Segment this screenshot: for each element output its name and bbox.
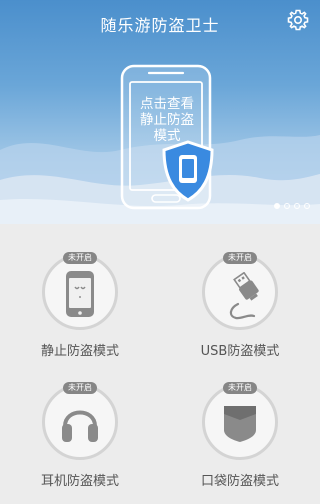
usb-cable-icon — [229, 272, 259, 320]
mode-label: 口袋防盗模式 — [200, 474, 279, 489]
carousel-dot[interactable] — [294, 203, 300, 209]
carousel-dot[interactable] — [274, 203, 280, 209]
mode-static[interactable]: 未开启 静止防盗模式 — [0, 224, 160, 364]
carousel-dot[interactable] — [284, 203, 290, 209]
hero-banner[interactable]: 随乐游防盗卫士 点击查看 静止防盗 模式 — [0, 0, 320, 224]
banner-line-2: 静止防盗 — [140, 112, 194, 128]
mode-label: USB防盗模式 — [200, 344, 280, 359]
banner-text[interactable]: 点击查看 静止防盗 模式 — [129, 96, 205, 144]
headphones-icon — [62, 410, 98, 442]
carousel-dot[interactable] — [304, 203, 310, 209]
banner-line-1: 点击查看 — [140, 96, 194, 112]
status-badge: 未开启 — [63, 382, 97, 394]
mode-headphones[interactable]: 未开启 耳机防盗模式 — [0, 364, 160, 504]
carousel-dots — [274, 203, 310, 209]
pocket-icon — [224, 406, 256, 442]
status-badge: 未开启 — [223, 382, 257, 394]
banner-line-3: 模式 — [153, 128, 181, 144]
status-badge: 未开启 — [223, 252, 257, 264]
mode-label: 耳机防盗模式 — [40, 474, 119, 489]
mode-label: 静止防盗模式 — [40, 344, 119, 359]
phone-sleep-icon — [66, 271, 94, 317]
mode-grid: 未开启 静止防盗模式 未开启 USB防盗模式 未开启 耳机防盗模式 未开启 口袋… — [0, 224, 320, 504]
mode-pocket[interactable]: 未开启 口袋防盗模式 — [160, 364, 320, 504]
status-badge: 未开启 — [63, 252, 97, 264]
mode-usb[interactable]: 未开启 USB防盗模式 — [160, 224, 320, 364]
